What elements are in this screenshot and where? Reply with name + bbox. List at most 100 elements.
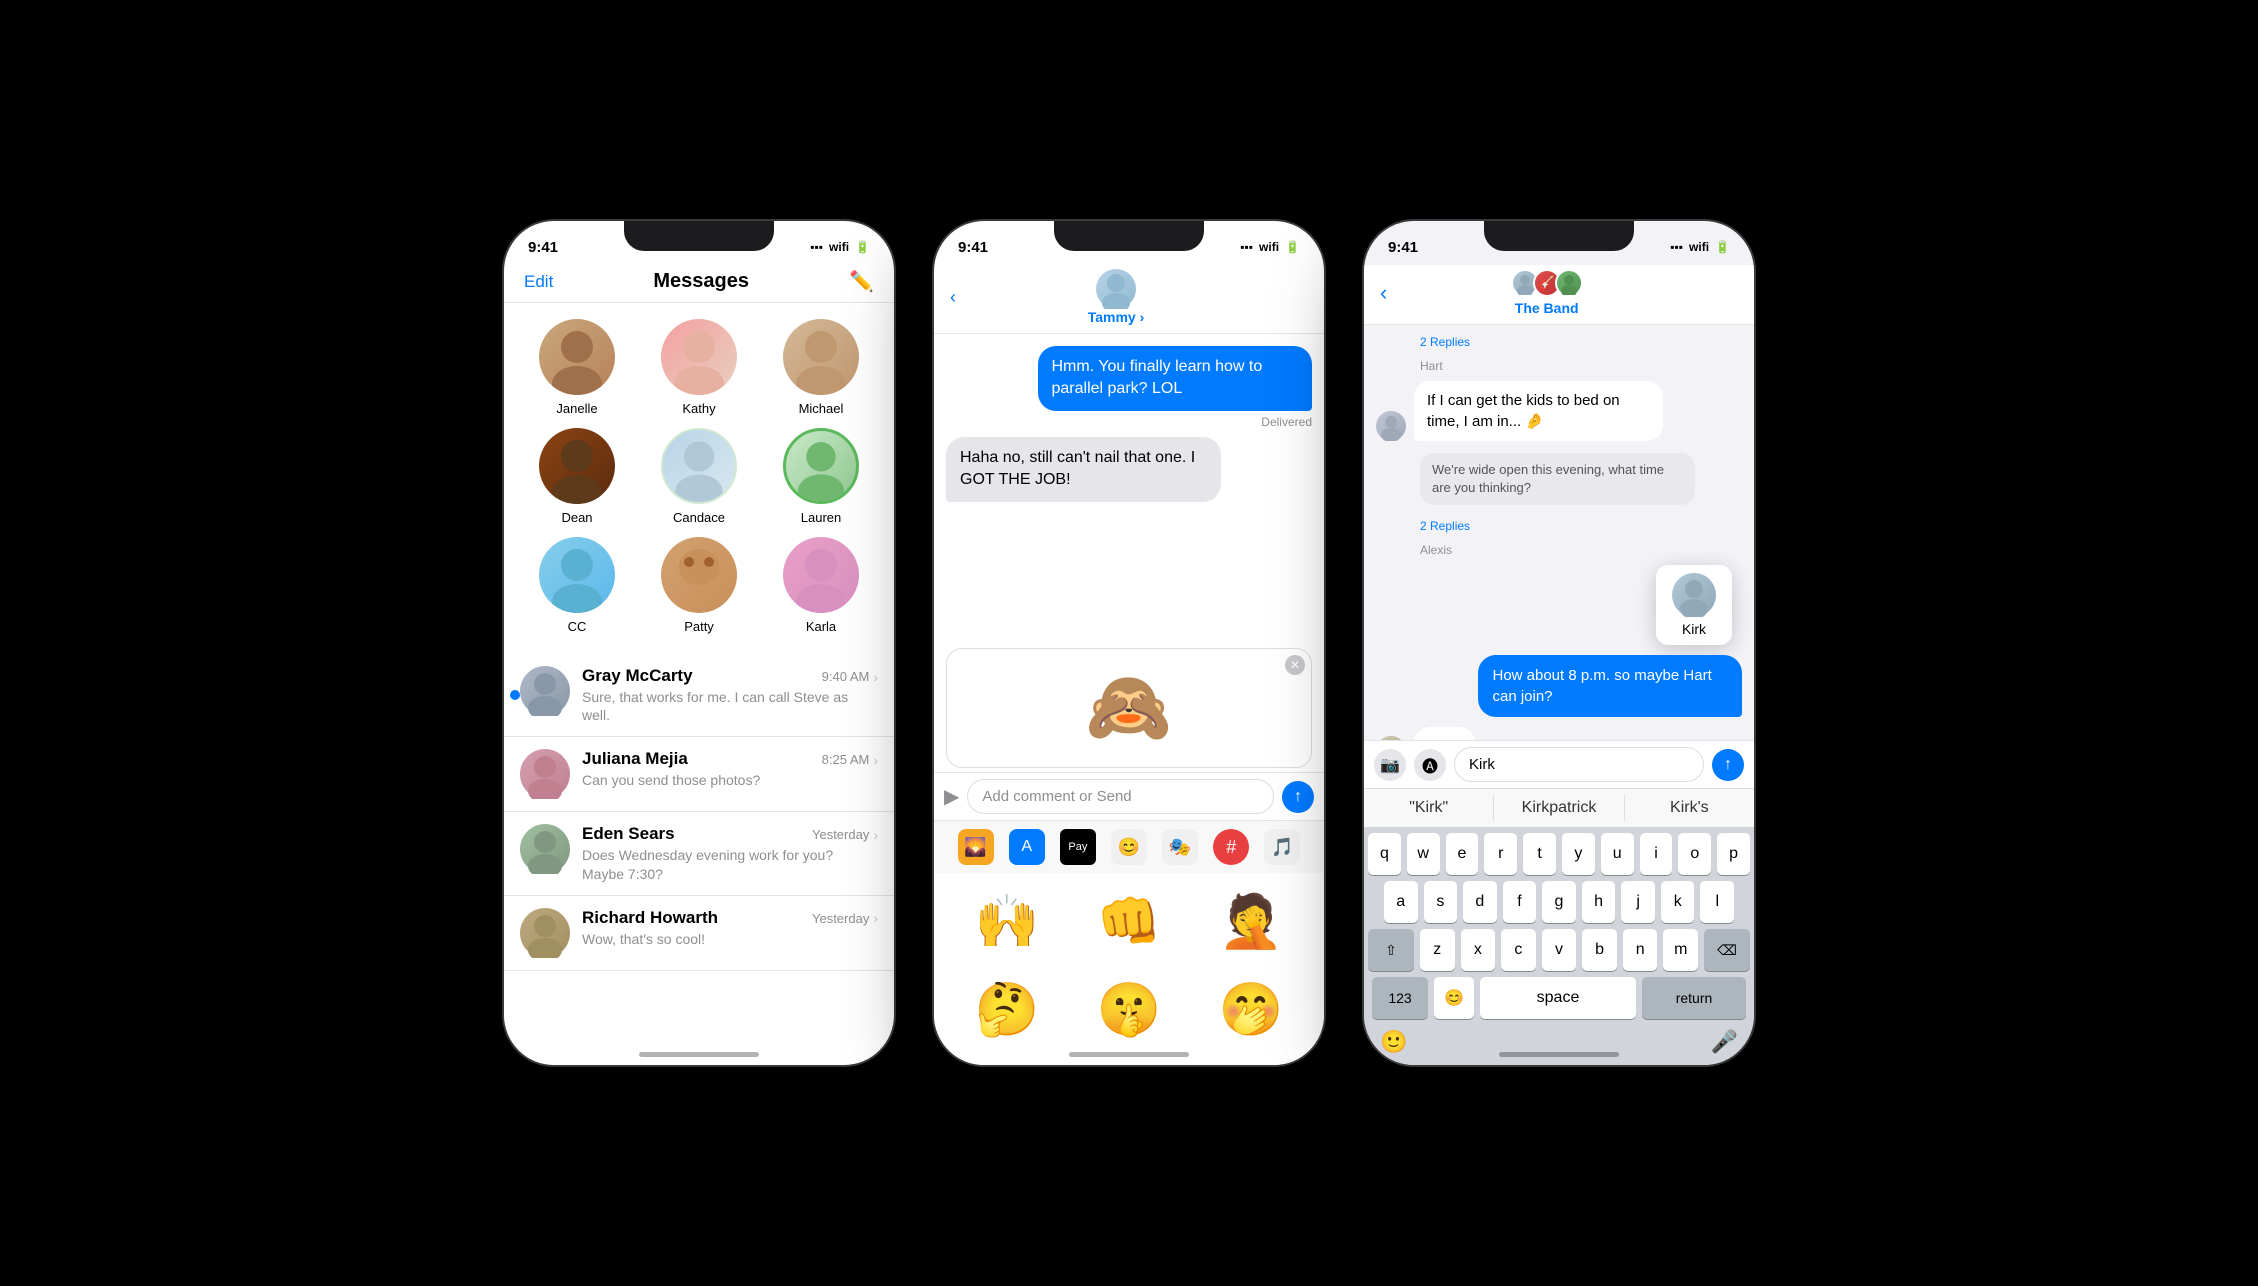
music-toolbar-btn[interactable]: 🎵 xyxy=(1264,829,1300,865)
group-input-field[interactable]: Kirk xyxy=(1454,747,1704,782)
group-back-button[interactable]: ‹ xyxy=(1380,280,1387,306)
key-space[interactable]: space xyxy=(1480,977,1636,1019)
edit-button[interactable]: Edit xyxy=(524,272,553,292)
key-n[interactable]: n xyxy=(1623,929,1658,971)
mic-icon[interactable]: 🎤 xyxy=(1711,1029,1738,1055)
memoji-toolbar-btn[interactable]: 😊 xyxy=(1111,829,1147,865)
contact-center[interactable]: Tammy › xyxy=(1088,269,1145,325)
contact-lauren[interactable]: Lauren xyxy=(766,428,876,525)
memoji-3[interactable]: 🤦 xyxy=(1194,881,1308,961)
key-b[interactable]: b xyxy=(1582,929,1617,971)
key-123[interactable]: 123 xyxy=(1372,977,1428,1019)
photos-toolbar-btn[interactable]: 🌄 xyxy=(958,829,994,865)
key-return[interactable]: return xyxy=(1642,977,1746,1019)
key-u[interactable]: u xyxy=(1601,833,1634,875)
hashtag-toolbar-btn[interactable]: # xyxy=(1213,829,1249,865)
key-f[interactable]: f xyxy=(1503,881,1537,923)
key-v[interactable]: v xyxy=(1542,929,1577,971)
expand-button[interactable]: ▶ xyxy=(944,784,959,809)
contact-janelle[interactable]: Janelle xyxy=(522,319,632,416)
wifi-icon-3: wifi xyxy=(1689,240,1709,254)
key-g[interactable]: g xyxy=(1542,881,1576,923)
key-shift[interactable]: ⇧ xyxy=(1368,929,1414,971)
key-x[interactable]: x xyxy=(1461,929,1496,971)
contact-karla[interactable]: Karla xyxy=(766,537,876,634)
emoji-icon[interactable]: 🙂 xyxy=(1380,1029,1407,1055)
phone-1: 9:41 ▪▪▪ wifi 🔋 Edit Messages ✏️ xyxy=(504,221,894,1065)
replies-2-text: 2 Replies xyxy=(1420,519,1470,533)
key-c[interactable]: c xyxy=(1501,929,1536,971)
appstore-toolbar-btn[interactable]: A xyxy=(1009,829,1045,865)
conv-preview-gray: Sure, that works for me. I can call Stev… xyxy=(582,688,878,724)
group-send-button[interactable]: ↑ xyxy=(1712,749,1744,781)
conv-richard[interactable]: Richard Howarth Yesterday › Wow, that's … xyxy=(504,896,894,971)
group-contact-center[interactable]: 🎸 The Band xyxy=(1511,269,1583,316)
memoji-6[interactable]: 🤭 xyxy=(1194,969,1308,1049)
key-emoji[interactable]: 😊 xyxy=(1434,977,1474,1019)
key-k[interactable]: k xyxy=(1661,881,1695,923)
conv-time-richard: Yesterday › xyxy=(812,910,878,926)
key-o[interactable]: o xyxy=(1678,833,1711,875)
key-s[interactable]: s xyxy=(1424,881,1458,923)
key-l[interactable]: l xyxy=(1700,881,1734,923)
conv-gray-mccarty[interactable]: Gray McCarty 9:40 AM › Sure, that works … xyxy=(504,654,894,737)
contact-name-janelle: Janelle xyxy=(556,401,597,416)
contact-patty[interactable]: Patty xyxy=(644,537,754,634)
compose-button[interactable]: ✏️ xyxy=(849,269,874,294)
key-j[interactable]: j xyxy=(1621,881,1655,923)
send-button-chat[interactable]: ↑ xyxy=(1282,781,1314,813)
key-p[interactable]: p xyxy=(1717,833,1750,875)
chat-toolbar: 🌄 A Pay 😊 🎭 # 🎵 xyxy=(934,820,1324,873)
key-r[interactable]: r xyxy=(1484,833,1517,875)
contact-name-cc: CC xyxy=(568,619,587,634)
conv-time-juliana: 8:25 AM › xyxy=(822,752,878,768)
autocomplete-kirks[interactable]: Kirk's xyxy=(1625,795,1754,821)
applepay-toolbar-btn[interactable]: Pay xyxy=(1060,829,1096,865)
memoji-2[interactable]: 👊 xyxy=(1072,881,1186,961)
conv-eden[interactable]: Eden Sears Yesterday › Does Wednesday ev… xyxy=(504,812,894,895)
phone-2-screen: 9:41 ▪▪▪ wifi 🔋 ‹ Tammy › xyxy=(934,221,1324,1065)
back-button[interactable]: ‹ xyxy=(950,287,956,308)
key-w[interactable]: w xyxy=(1407,833,1440,875)
contact-dean[interactable]: Dean xyxy=(522,428,632,525)
key-m[interactable]: m xyxy=(1663,929,1698,971)
memoji-1[interactable]: 🙌 xyxy=(950,881,1064,961)
conv-content-juliana: Juliana Mejia 8:25 AM › Can you send tho… xyxy=(582,749,878,789)
animoji-toolbar-btn[interactable]: 🎭 xyxy=(1162,829,1198,865)
msg-avatar-hart xyxy=(1376,411,1406,441)
key-backspace[interactable]: ⌫ xyxy=(1704,929,1750,971)
contact-kathy[interactable]: Kathy xyxy=(644,319,754,416)
conv-preview-juliana: Can you send those photos? xyxy=(582,771,878,789)
replies-2[interactable]: 2 Replies xyxy=(1420,517,1742,535)
conv-time-gray: 9:40 AM › xyxy=(822,669,878,685)
home-indicator-3 xyxy=(1499,1052,1619,1057)
key-e[interactable]: e xyxy=(1446,833,1479,875)
key-q[interactable]: q xyxy=(1368,833,1401,875)
group-input-row: 📷 🅐 Kirk ↑ xyxy=(1364,740,1754,788)
key-y[interactable]: y xyxy=(1562,833,1595,875)
autocomplete-kirk-quoted[interactable]: "Kirk" xyxy=(1364,795,1494,821)
conv-juliana[interactable]: Juliana Mejia 8:25 AM › Can you send tho… xyxy=(504,737,894,812)
memoji-preview: ✕ 🙈 xyxy=(946,648,1312,768)
camera-btn[interactable]: 📷 xyxy=(1374,749,1406,781)
memoji-4[interactable]: 🤔 xyxy=(950,969,1064,1049)
key-t[interactable]: t xyxy=(1523,833,1556,875)
chat-input-field[interactable]: Add comment or Send xyxy=(967,779,1274,814)
key-d[interactable]: d xyxy=(1463,881,1497,923)
memoji-5[interactable]: 🤫 xyxy=(1072,969,1186,1049)
kb-row-1: q w e r t y u i o p xyxy=(1368,833,1750,875)
key-h[interactable]: h xyxy=(1582,881,1616,923)
contact-candace[interactable]: Candace xyxy=(644,428,754,525)
replies-1[interactable]: 2 Replies xyxy=(1420,333,1742,351)
contact-cc[interactable]: CC xyxy=(522,537,632,634)
autocomplete-kirkpatrick[interactable]: Kirkpatrick xyxy=(1494,795,1624,821)
contact-name-michael: Michael xyxy=(799,401,844,416)
suggestion-popup[interactable]: Kirk xyxy=(1656,565,1732,645)
close-memoji[interactable]: ✕ xyxy=(1285,655,1305,675)
contact-michael[interactable]: Michael xyxy=(766,319,876,416)
key-a[interactable]: a xyxy=(1384,881,1418,923)
key-z[interactable]: z xyxy=(1420,929,1455,971)
key-i[interactable]: i xyxy=(1640,833,1673,875)
sender-alexis: Alexis xyxy=(1420,543,1742,557)
apps-btn[interactable]: 🅐 xyxy=(1414,749,1446,781)
